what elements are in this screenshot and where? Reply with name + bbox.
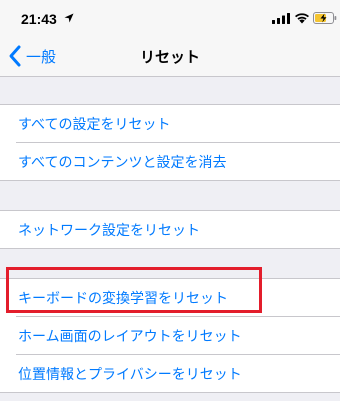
status-time: 21:43 [21,11,57,27]
location-arrow-icon [64,13,74,23]
cell-label: すべての設定をリセット [18,117,171,133]
navigation-bar: 一般 リセット [0,36,340,77]
signal-icon [272,13,290,24]
reset-network-settings-cell[interactable]: ネットワーク設定をリセット [0,211,340,248]
page-title: リセット [139,48,200,66]
reset-all-settings-cell[interactable]: すべての設定をリセット [0,105,340,142]
reset-group-1: すべての設定をリセット すべてのコンテンツと設定を消去 [0,104,340,181]
wifi-icon [295,13,309,24]
reset-location-privacy-cell[interactable]: 位置情報とプライバシーをリセット [0,355,340,392]
cell-label: ネットワーク設定をリセット [18,223,200,239]
cell-label: ホーム画面のレイアウトをリセット [18,329,242,345]
cell-label: すべてのコンテンツと設定を消去 [18,155,227,171]
reset-group-2: ネットワーク設定をリセット [0,210,340,249]
cell-label: 位置情報とプライバシーをリセット [18,367,242,383]
highlight-annotation-box [6,267,262,313]
erase-all-content-cell[interactable]: すべてのコンテンツと設定を消去 [0,143,340,180]
reset-home-screen-layout-cell[interactable]: ホーム画面のレイアウトをリセット [0,317,340,354]
battery-charging-icon [313,12,337,24]
